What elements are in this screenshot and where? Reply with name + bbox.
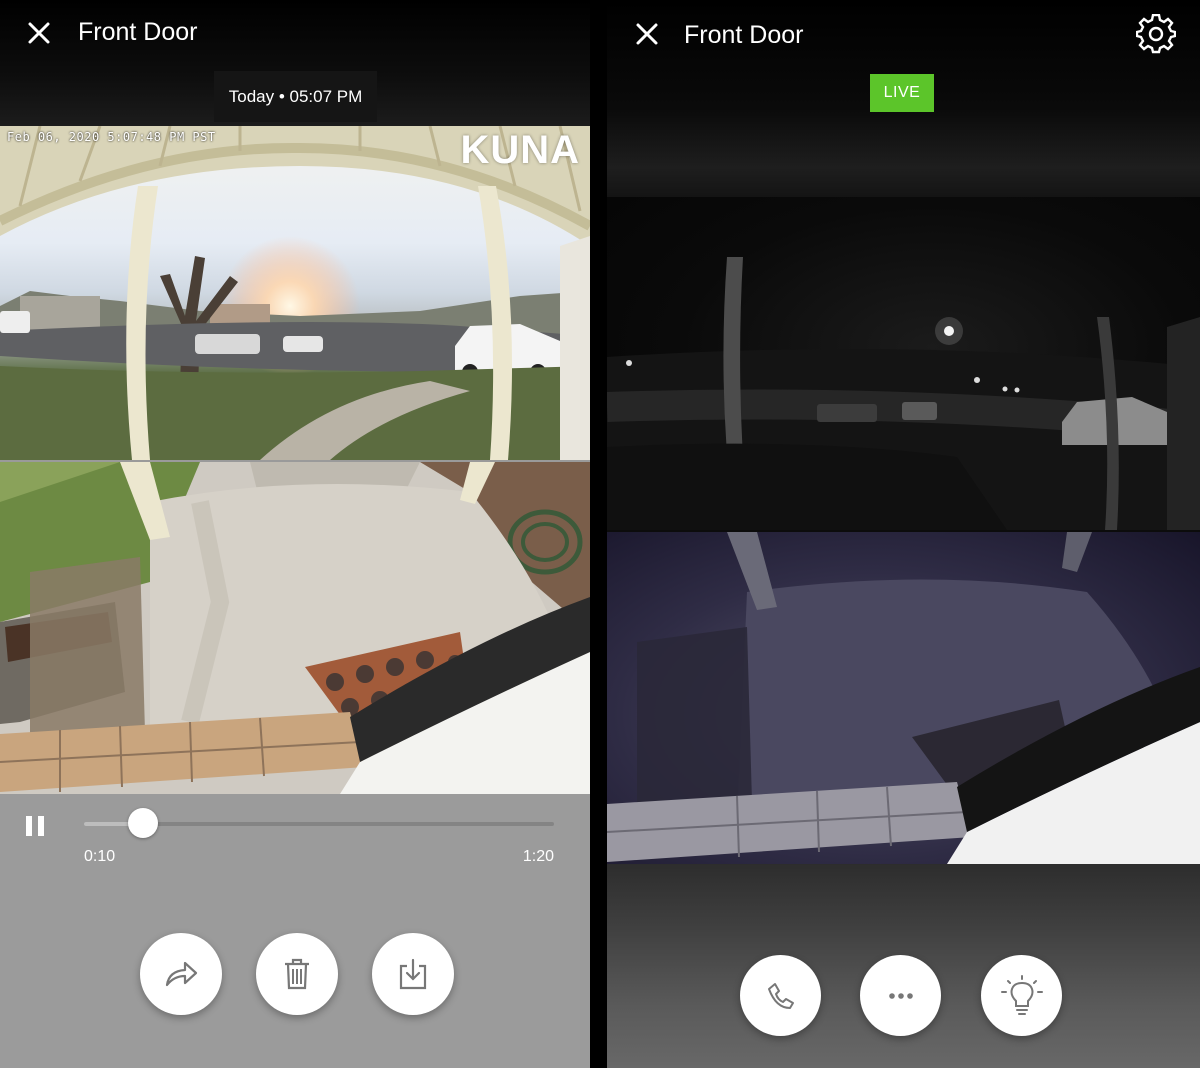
- playback-controls: 0:10 1:20: [0, 794, 590, 1068]
- more-options-button[interactable]: [860, 955, 941, 1036]
- close-button[interactable]: [24, 18, 54, 48]
- talk-button[interactable]: [740, 955, 821, 1036]
- download-button[interactable]: [372, 933, 454, 1015]
- recorded-clip-panel: Front Door Today • 05:07 PM Feb 06, 2020…: [0, 0, 590, 1068]
- live-controls: [607, 864, 1200, 1068]
- seek-thumb[interactable]: [127, 808, 158, 838]
- share-button[interactable]: [140, 933, 222, 1015]
- recorded-video[interactable]: Feb 06, 2020 5:07:48 PM PST KUNA: [0, 126, 590, 794]
- lightbulb-icon: [1000, 974, 1043, 1015]
- header-bar: Front Door Today • 05:07 PM: [0, 0, 590, 126]
- live-street-view: [607, 197, 1200, 530]
- trash-icon: [285, 958, 309, 990]
- gear-icon: [1135, 13, 1177, 54]
- video-street-view: Feb 06, 2020 5:07:48 PM PST KUNA: [0, 126, 590, 460]
- more-icon: [888, 992, 913, 999]
- pause-icon: [26, 816, 32, 836]
- live-page-title: Front Door: [684, 21, 804, 49]
- video-porch-view: [0, 462, 590, 794]
- share-icon: [165, 961, 198, 987]
- live-porch-view: [607, 532, 1200, 864]
- current-time: 0:10: [84, 848, 116, 865]
- live-view-panel: Front Door LIVE: [607, 0, 1200, 1068]
- total-time: 1:20: [522, 848, 554, 865]
- phone-icon: [767, 982, 794, 1009]
- video-timestamp-overlay: Feb 06, 2020 5:07:48 PM PST: [7, 130, 216, 144]
- download-icon: [399, 958, 427, 990]
- settings-button[interactable]: [1135, 13, 1177, 54]
- live-close-button[interactable]: [632, 19, 662, 49]
- live-badge: LIVE: [870, 74, 934, 112]
- clip-time-chip: Today • 05:07 PM: [214, 71, 377, 122]
- light-button[interactable]: [981, 955, 1062, 1036]
- close-icon: [28, 22, 50, 44]
- pause-button[interactable]: [26, 816, 44, 836]
- brand-watermark: KUNA: [460, 128, 580, 172]
- close-icon: [636, 23, 658, 45]
- live-header-bar: Front Door LIVE: [607, 0, 1200, 197]
- delete-button[interactable]: [256, 933, 338, 1015]
- page-title: Front Door: [78, 18, 198, 46]
- panel-divider: [590, 0, 607, 1068]
